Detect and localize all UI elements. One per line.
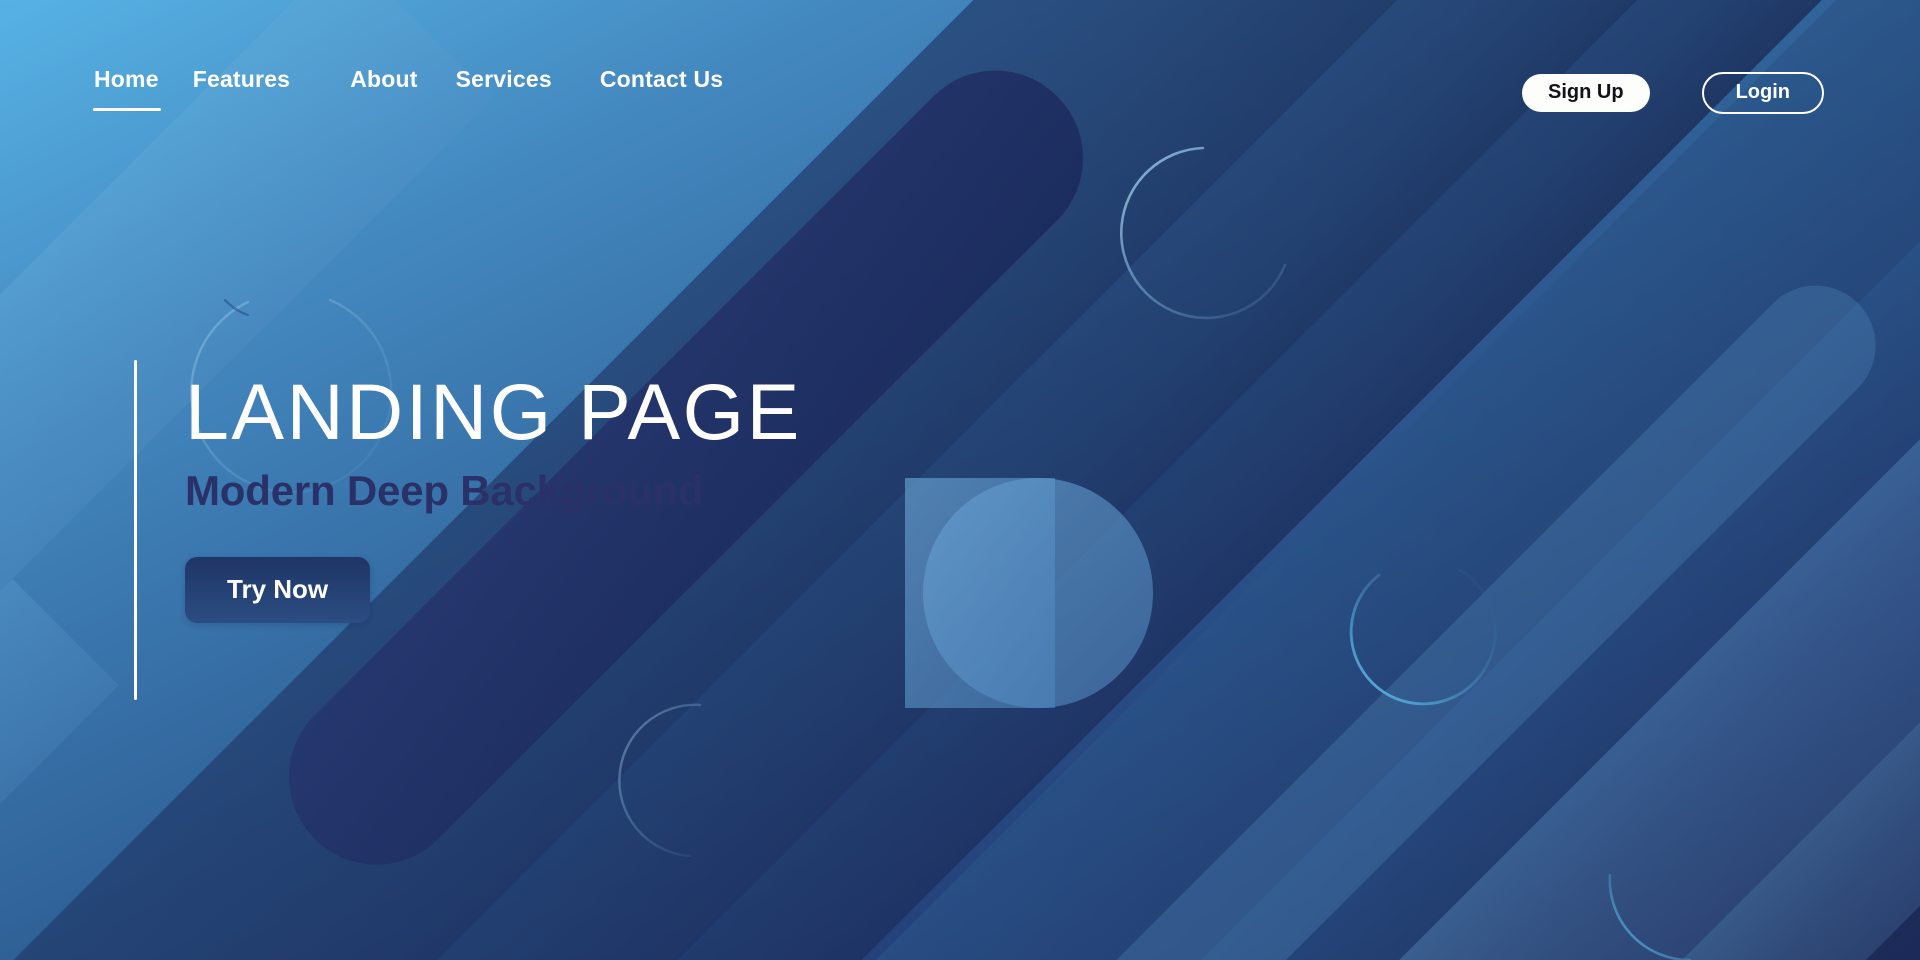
hero-content: LANDING PAGE Modern Deep Background Try … bbox=[185, 360, 802, 700]
hero-accent-line bbox=[134, 360, 137, 700]
nav-item-contact-us[interactable]: Contact Us bbox=[600, 66, 723, 111]
hero-section: LANDING PAGE Modern Deep Background Try … bbox=[134, 360, 802, 700]
nav-actions-group: Sign Up Login bbox=[1522, 72, 1824, 114]
nav-item-services[interactable]: Services bbox=[456, 66, 552, 111]
nav-item-about[interactable]: About bbox=[350, 66, 417, 111]
sign-up-button[interactable]: Sign Up bbox=[1522, 74, 1650, 112]
try-now-button[interactable]: Try Now bbox=[185, 556, 371, 623]
nav-links-group: Home Features About Services Contact Us bbox=[93, 66, 723, 111]
hero-subtitle: Modern Deep Background bbox=[185, 466, 704, 514]
hero-title: LANDING PAGE bbox=[185, 367, 802, 456]
login-button[interactable]: Login bbox=[1701, 72, 1824, 114]
nav-item-features[interactable]: Features bbox=[193, 66, 290, 111]
landing-page: Home Features About Services Contact Us … bbox=[0, 0, 1920, 960]
blob-extension bbox=[905, 478, 1055, 708]
nav-item-home[interactable]: Home bbox=[93, 66, 161, 111]
